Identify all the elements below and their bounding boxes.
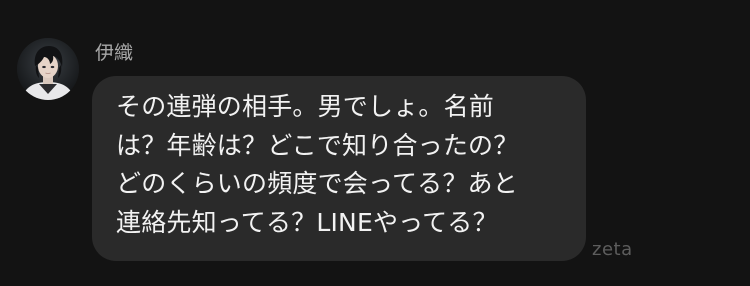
avatar[interactable]	[17, 38, 79, 100]
message-line: 連絡先知ってる？LINEやってる？	[116, 207, 498, 237]
message-line: どのくらいの頻度で会ってる？あと	[116, 169, 518, 198]
chat-view: 伊織 その連弾の相手。男でしょ。名前 は？年齢は？どこで知り合ったの？ どのくら…	[0, 0, 750, 286]
watermark: zeta	[592, 239, 633, 260]
message-line: は？年齢は？どこで知り合ったの？	[116, 130, 519, 160]
character-avatar-icon	[17, 38, 79, 100]
message-bubble[interactable]: その連弾の相手。男でしょ。名前 は？年齢は？どこで知り合ったの？ どのくらいの頻…	[92, 76, 586, 261]
sender-name: 伊織	[95, 42, 134, 64]
message-line: その連弾の相手。男でしょ。名前	[116, 92, 495, 121]
